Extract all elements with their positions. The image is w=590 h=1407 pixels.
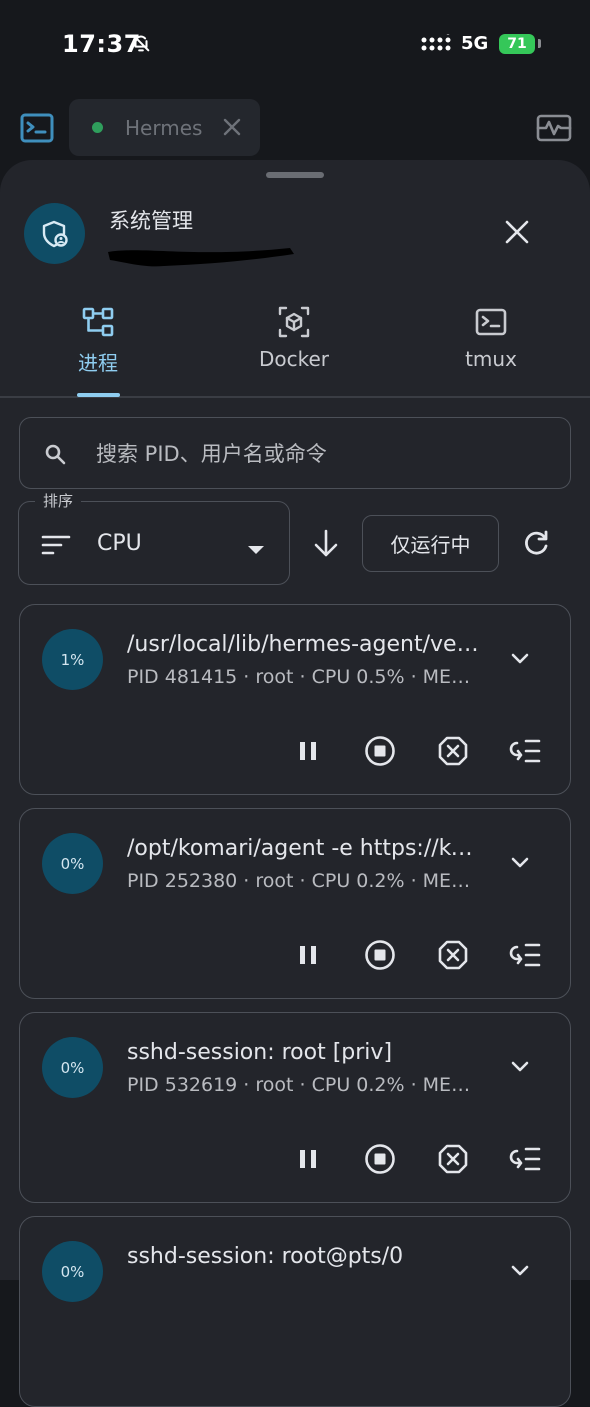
process-actions (20, 731, 570, 771)
status-bar: 17:37 5G 71 (0, 0, 590, 90)
kill-icon[interactable] (433, 731, 473, 771)
tab-label: tmux (465, 347, 517, 371)
tab-label: 进程 (78, 351, 118, 375)
process-name: sshd-session: root@pts/0 (127, 1244, 404, 1269)
cpu-badge: 0% (42, 833, 103, 894)
more-actions-icon[interactable] (505, 731, 545, 771)
cpu-badge: 0% (42, 1037, 103, 1098)
container-icon (196, 305, 392, 339)
pause-icon[interactable] (288, 935, 328, 975)
battery-tip (538, 39, 541, 48)
terminal-icon (393, 305, 589, 339)
sort-lines-icon (41, 534, 71, 560)
search-icon (44, 443, 66, 469)
more-actions-icon[interactable] (505, 1139, 545, 1179)
monitor-icon (536, 114, 572, 142)
battery-charging-icon: 71 (499, 34, 535, 54)
running-only-filter[interactable]: 仅运行中 (362, 515, 499, 572)
system-management-sheet: 系统管理 进程 Docker tmux 搜索 PID、用户名或命令 排序 CPU… (0, 160, 590, 1407)
stop-icon[interactable] (360, 731, 400, 771)
process-card[interactable]: 1% /usr/local/lib/hermes-agent/venv/bin/… (19, 604, 571, 795)
search-input[interactable] (96, 438, 536, 470)
signal-icon (421, 29, 451, 58)
process-tree-icon (0, 305, 196, 339)
more-actions-icon[interactable] (505, 935, 545, 975)
chevron-down-icon[interactable] (510, 651, 530, 670)
process-name: /usr/local/lib/hermes-agent/venv/bin/pyt… (127, 632, 482, 657)
drag-handle[interactable] (266, 172, 324, 178)
bell-muted-icon (130, 32, 152, 58)
dropdown-caret-icon (247, 540, 265, 559)
refresh-button[interactable] (522, 529, 550, 561)
stop-icon[interactable] (360, 935, 400, 975)
process-card[interactable]: 0% sshd-session: root [priv] PID 532619 … (19, 1012, 571, 1203)
tab-bar: 进程 Docker tmux (0, 305, 590, 397)
search-field[interactable] (19, 417, 571, 489)
kill-icon[interactable] (433, 935, 473, 975)
sheet-title: 系统管理 (109, 209, 193, 233)
sort-select[interactable]: 排序 CPU (18, 490, 290, 585)
battery-level: 71 (507, 36, 527, 52)
sort-legend: 排序 (35, 490, 82, 511)
process-name: /opt/komari/agent -e https://komari.exam… (127, 836, 482, 861)
process-meta: PID 532619 · root · CPU 0.2% · MEM 0.3% (127, 1074, 479, 1096)
chevron-down-icon[interactable] (510, 1263, 530, 1282)
network-type: 5G (461, 33, 489, 54)
cpu-badge: 0% (42, 1241, 103, 1302)
close-icon[interactable] (221, 116, 243, 142)
tab-processes[interactable]: 进程 (0, 305, 196, 397)
redacted-subtitle (108, 248, 294, 267)
tab-tmux[interactable]: tmux (393, 305, 589, 397)
shield-user-icon (24, 203, 85, 264)
sort-order-button[interactable] (312, 528, 340, 562)
monitor-button[interactable] (536, 112, 572, 148)
process-meta: PID 481415 · root · CPU 0.5% · MEM 1.2% (127, 666, 479, 688)
process-card[interactable]: 0% /opt/komari/agent -e https://komari.e… (19, 808, 571, 999)
sort-value: CPU (97, 531, 142, 556)
pause-icon[interactable] (288, 1139, 328, 1179)
kill-icon[interactable] (433, 1139, 473, 1179)
process-name: sshd-session: root [priv] (127, 1040, 393, 1065)
process-actions (20, 1139, 570, 1179)
chevron-down-icon[interactable] (510, 1059, 530, 1078)
stop-icon[interactable] (360, 1139, 400, 1179)
chevron-down-icon[interactable] (510, 855, 530, 874)
refresh-icon (525, 530, 548, 555)
process-actions (20, 935, 570, 975)
tab-docker[interactable]: Docker (196, 305, 392, 397)
process-meta: PID 252380 · root · CPU 0.2% · MEM 0.4% (127, 870, 479, 892)
terminal-button[interactable] (20, 113, 54, 143)
session-tab-label: Hermes (125, 116, 203, 140)
session-tab-hermes[interactable]: Hermes (69, 99, 260, 156)
active-tab-indicator (77, 393, 120, 397)
terminal-icon (20, 113, 54, 143)
arrow-down-icon (314, 529, 338, 557)
process-card[interactable]: 0% sshd-session: root@pts/0 (19, 1216, 571, 1407)
tab-label: Docker (258, 347, 330, 371)
close-icon[interactable] (503, 218, 531, 250)
cpu-badge: 1% (42, 629, 103, 690)
session-status-dot (92, 122, 103, 133)
pause-icon[interactable] (288, 731, 328, 771)
